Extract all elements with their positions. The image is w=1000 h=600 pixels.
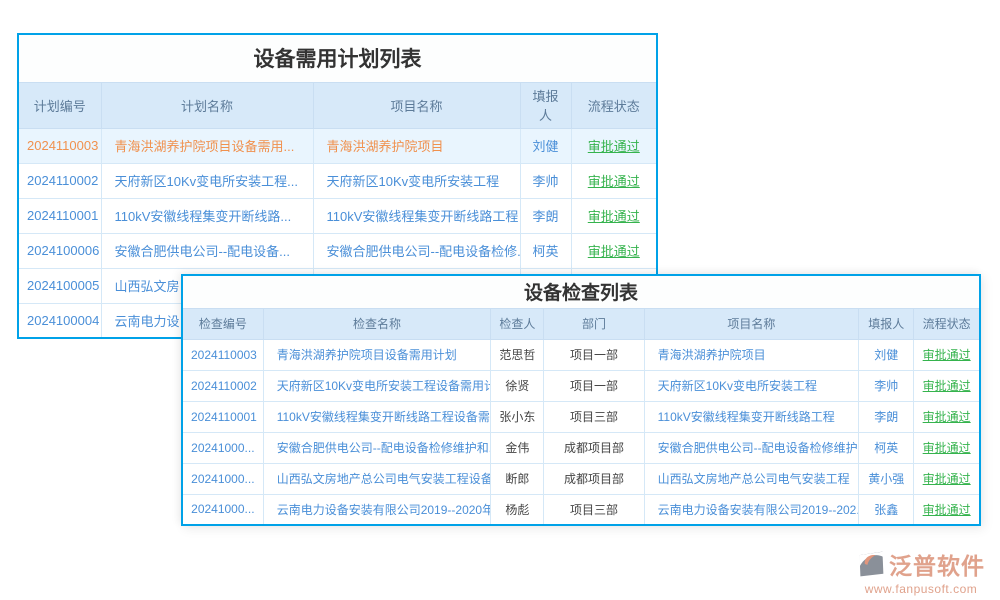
plan-reporter[interactable]: 刘健 xyxy=(520,128,571,163)
plan-col-name: 计划名称 xyxy=(101,82,313,128)
check-dept: 成都项目部 xyxy=(544,463,644,494)
check-col-dept: 部门 xyxy=(544,308,644,339)
check-reporter[interactable]: 张鑫 xyxy=(859,494,914,525)
check-table-row[interactable]: 20241000... 山西弘文房地产总公司电气安装工程设备... 断郎 成都项… xyxy=(182,463,980,494)
plan-project-link[interactable]: 青海洪湖养护院项目 xyxy=(313,128,520,163)
check-status-link[interactable]: 审批通过 xyxy=(914,370,980,401)
check-name-link[interactable]: 110kV安徽线程集变开断线路工程设备需... xyxy=(263,401,491,432)
check-reporter[interactable]: 李帅 xyxy=(859,370,914,401)
plan-status-link[interactable]: 审批通过 xyxy=(571,128,657,163)
plan-id-link[interactable]: 2024110002 xyxy=(18,163,101,198)
plan-status-link[interactable]: 审批通过 xyxy=(571,163,657,198)
check-id-link[interactable]: 20241000... xyxy=(182,494,263,525)
plan-reporter[interactable]: 李朗 xyxy=(520,198,571,233)
plan-id-link[interactable]: 2024100005 xyxy=(18,268,101,303)
check-reporter[interactable]: 柯英 xyxy=(859,432,914,463)
check-project-link[interactable]: 山西弘文房地产总公司电气安装工程 xyxy=(644,463,859,494)
fanpu-brand-text: 泛普软件 xyxy=(889,547,985,581)
check-table-row[interactable]: 2024110003 青海洪湖养护院项目设备需用计划 范思哲 项目一部 青海洪湖… xyxy=(182,339,980,370)
check-id-link[interactable]: 2024110002 xyxy=(182,370,263,401)
check-id-link[interactable]: 2024110001 xyxy=(182,401,263,432)
check-dept: 成都项目部 xyxy=(544,432,644,463)
check-name-link[interactable]: 山西弘文房地产总公司电气安装工程设备... xyxy=(263,463,491,494)
plan-table-title-row: 设备需用计划列表 xyxy=(18,34,657,82)
plan-table-row[interactable]: 2024110002 天府新区10Kv变电所安装工程... 天府新区10Kv变电… xyxy=(18,163,657,198)
check-table-row[interactable]: 2024110002 天府新区10Kv变电所安装工程设备需用计划 徐贤 项目一部… xyxy=(182,370,980,401)
plan-col-reporter: 填报人 xyxy=(520,82,571,128)
check-project-link[interactable]: 青海洪湖养护院项目 xyxy=(644,339,859,370)
check-name-link[interactable]: 云南电力设备安装有限公司2019--2020年... xyxy=(263,494,491,525)
check-project-link[interactable]: 安徽合肥供电公司--配电设备检修维护... xyxy=(644,432,859,463)
plan-id-link[interactable]: 2024100006 xyxy=(18,233,101,268)
check-inspector: 张小东 xyxy=(491,401,544,432)
check-inspector: 断郎 xyxy=(491,463,544,494)
plan-table-row[interactable]: 2024110003 青海洪湖养护院项目设备需用... 青海洪湖养护院项目 刘健… xyxy=(18,128,657,163)
plan-id-link[interactable]: 2024110001 xyxy=(18,198,101,233)
plan-table-header-row: 计划编号 计划名称 项目名称 填报人 流程状态 xyxy=(18,82,657,128)
check-inspector: 徐贤 xyxy=(491,370,544,401)
plan-table-row[interactable]: 2024110001 110kV安徽线程集变开断线路... 110kV安徽线程集… xyxy=(18,198,657,233)
check-name-link[interactable]: 天府新区10Kv变电所安装工程设备需用计划 xyxy=(263,370,491,401)
check-col-id: 检查编号 xyxy=(182,308,263,339)
check-dept: 项目三部 xyxy=(544,494,644,525)
check-reporter[interactable]: 黄小强 xyxy=(859,463,914,494)
fanpu-logo-icon xyxy=(856,549,886,579)
check-id-link[interactable]: 20241000... xyxy=(182,463,263,494)
check-col-name: 检查名称 xyxy=(263,308,491,339)
check-col-project: 项目名称 xyxy=(644,308,859,339)
plan-table-title: 设备需用计划列表 xyxy=(18,34,657,82)
check-id-link[interactable]: 2024110003 xyxy=(182,339,263,370)
check-dept: 项目一部 xyxy=(544,370,644,401)
check-status-link[interactable]: 审批通过 xyxy=(914,432,980,463)
check-list-table: 设备检查列表 检查编号 检查名称 检查人 部门 项目名称 填报人 流程状态 20… xyxy=(181,274,981,526)
check-dept: 项目一部 xyxy=(544,339,644,370)
check-col-inspector: 检查人 xyxy=(491,308,544,339)
check-dept: 项目三部 xyxy=(544,401,644,432)
check-inspector: 范思哲 xyxy=(491,339,544,370)
plan-name-link[interactable]: 110kV安徽线程集变开断线路... xyxy=(101,198,313,233)
check-status-link[interactable]: 审批通过 xyxy=(914,463,980,494)
check-project-link[interactable]: 110kV安徽线程集变开断线路工程 xyxy=(644,401,859,432)
check-status-link[interactable]: 审批通过 xyxy=(914,494,980,525)
check-table-title: 设备检查列表 xyxy=(182,275,980,308)
plan-name-link[interactable]: 天府新区10Kv变电所安装工程... xyxy=(101,163,313,198)
check-project-link[interactable]: 云南电力设备安装有限公司2019--202... xyxy=(644,494,859,525)
check-inspector: 杨彪 xyxy=(491,494,544,525)
check-status-link[interactable]: 审批通过 xyxy=(914,339,980,370)
plan-status-link[interactable]: 审批通过 xyxy=(571,233,657,268)
check-col-reporter: 填报人 xyxy=(859,308,914,339)
plan-id-link[interactable]: 2024100004 xyxy=(18,303,101,338)
fanpu-logo: 泛普软件 www.fanpusoft.com xyxy=(856,547,986,596)
check-status-link[interactable]: 审批通过 xyxy=(914,401,980,432)
plan-reporter[interactable]: 李帅 xyxy=(520,163,571,198)
check-inspector: 金伟 xyxy=(491,432,544,463)
plan-col-id: 计划编号 xyxy=(18,82,101,128)
check-table-row[interactable]: 20241000... 安徽合肥供电公司--配电设备检修维护和... 金伟 成都… xyxy=(182,432,980,463)
plan-col-project: 项目名称 xyxy=(313,82,520,128)
check-table-row[interactable]: 20241000... 云南电力设备安装有限公司2019--2020年... 杨… xyxy=(182,494,980,525)
check-reporter[interactable]: 刘健 xyxy=(859,339,914,370)
check-table-row[interactable]: 2024110001 110kV安徽线程集变开断线路工程设备需... 张小东 项… xyxy=(182,401,980,432)
check-table-header-row: 检查编号 检查名称 检查人 部门 项目名称 填报人 流程状态 xyxy=(182,308,980,339)
plan-name-link[interactable]: 安徽合肥供电公司--配电设备... xyxy=(101,233,313,268)
plan-table-row[interactable]: 2024100006 安徽合肥供电公司--配电设备... 安徽合肥供电公司--配… xyxy=(18,233,657,268)
plan-name-link[interactable]: 青海洪湖养护院项目设备需用... xyxy=(101,128,313,163)
plan-id-link[interactable]: 2024110003 xyxy=(18,128,101,163)
plan-col-status: 流程状态 xyxy=(571,82,657,128)
plan-project-link[interactable]: 天府新区10Kv变电所安装工程 xyxy=(313,163,520,198)
check-project-link[interactable]: 天府新区10Kv变电所安装工程 xyxy=(644,370,859,401)
plan-reporter[interactable]: 柯英 xyxy=(520,233,571,268)
plan-project-link[interactable]: 110kV安徽线程集变开断线路工程 xyxy=(313,198,520,233)
fanpu-website-url: www.fanpusoft.com xyxy=(856,582,986,596)
check-name-link[interactable]: 青海洪湖养护院项目设备需用计划 xyxy=(263,339,491,370)
check-name-link[interactable]: 安徽合肥供电公司--配电设备检修维护和... xyxy=(263,432,491,463)
check-reporter[interactable]: 李朗 xyxy=(859,401,914,432)
check-table-title-row: 设备检查列表 xyxy=(182,275,980,308)
plan-status-link[interactable]: 审批通过 xyxy=(571,198,657,233)
check-col-status: 流程状态 xyxy=(914,308,980,339)
plan-project-link[interactable]: 安徽合肥供电公司--配电设备检修... xyxy=(313,233,520,268)
check-id-link[interactable]: 20241000... xyxy=(182,432,263,463)
